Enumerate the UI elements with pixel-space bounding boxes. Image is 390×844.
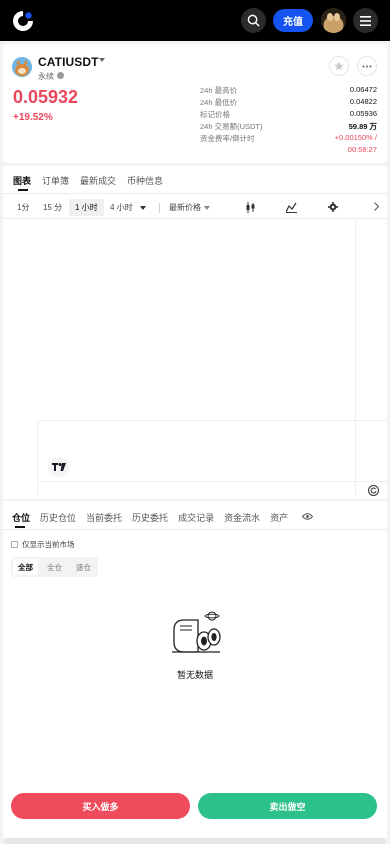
- tab-trade-history[interactable]: 成交记录: [178, 511, 214, 524]
- stat-label-high: 24h 最高价: [200, 86, 238, 95]
- buy-long-button[interactable]: 买入做多: [11, 793, 190, 819]
- deposit-button[interactable]: 充值: [273, 9, 313, 32]
- stat-value-funding: +0.00150% /: [334, 133, 377, 142]
- hamburger-icon: [360, 15, 371, 26]
- tab-assets[interactable]: 资产: [270, 511, 288, 524]
- symbol-selector[interactable]: CATIUSDT: [38, 55, 99, 69]
- stat-label-low: 24h 最低价: [200, 98, 238, 107]
- positions-panel: 仓位 历史仓位 当前委托 历史委托 成交记录 资金流水 资产 仅显示当前市场 全…: [3, 501, 387, 844]
- tab-order-history[interactable]: 历史委托: [132, 511, 168, 524]
- search-icon: [247, 14, 260, 27]
- star-icon: [334, 61, 344, 71]
- chart-gridline: [37, 481, 387, 482]
- empty-state-text: 暂无数据: [176, 670, 213, 680]
- top-bar: 充值: [0, 0, 390, 41]
- chart-panel: 图表 订单簿 最新成交 币种信息 1分 15 分 1 小时 4 小时 最新价格: [3, 166, 387, 499]
- only-current-market-label[interactable]: 仅显示当前市场: [22, 539, 75, 550]
- stat-label-funding: 资金费率/倒计时: [200, 134, 255, 143]
- tab-fund-flow[interactable]: 资金流水: [224, 511, 260, 524]
- chevron-down-icon[interactable]: [99, 58, 105, 62]
- stat-label-volume: 24h 交易额(USDT): [200, 122, 263, 131]
- margin-mode-filter: 全部 全仓 逐仓: [11, 557, 98, 577]
- active-tab-indicator: [18, 189, 28, 191]
- info-icon[interactable]: [57, 72, 64, 79]
- candlestick-icon[interactable]: [245, 202, 256, 213]
- tradingview-logo-icon[interactable]: [48, 457, 70, 477]
- chart-gridline: [355, 219, 356, 497]
- active-tab-indicator: [15, 526, 25, 528]
- tab-latest-trades[interactable]: 最新成交: [80, 174, 116, 190]
- home-indicator: [3, 838, 387, 844]
- empty-state-illustration: [172, 611, 221, 653]
- more-button[interactable]: [357, 56, 377, 76]
- favorite-button[interactable]: [329, 56, 349, 76]
- stat-value-volume: 59.89 万: [348, 122, 377, 131]
- indicators-icon[interactable]: [286, 202, 297, 213]
- price-change: +19.52%: [13, 112, 53, 123]
- segment-cross[interactable]: 全仓: [40, 557, 69, 577]
- eye-icon[interactable]: [302, 513, 313, 520]
- tab-position-history[interactable]: 历史仓位: [40, 511, 76, 524]
- tab-chart[interactable]: 图表: [13, 174, 31, 190]
- last-price: 0.05932: [13, 87, 79, 107]
- chart-gridline: [37, 420, 387, 421]
- stat-value-mark: 0.05936: [349, 109, 377, 118]
- price-type-selector[interactable]: 最新价格: [169, 202, 201, 213]
- more-dots-icon: [362, 65, 372, 67]
- chart-tabs: 图表 订单簿 最新成交 币种信息: [13, 174, 163, 190]
- interval-15m[interactable]: 15 分: [43, 202, 62, 213]
- exchange-logo-icon[interactable]: [11, 9, 35, 33]
- divider: [3, 193, 387, 194]
- search-button[interactable]: [241, 8, 266, 33]
- tab-open-orders[interactable]: 当前委托: [86, 511, 122, 524]
- user-avatar[interactable]: [321, 8, 346, 33]
- positions-tabs: 仓位 历史仓位 当前委托 历史委托 成交记录 资金流水 资产: [12, 511, 288, 524]
- chevron-right-icon[interactable]: [374, 202, 379, 211]
- stat-label-mark: 标记价格: [200, 110, 230, 119]
- funding-countdown: 00:58:27: [347, 145, 377, 154]
- sell-short-button[interactable]: 卖出做空: [198, 793, 377, 819]
- stat-value-high: 0.06472: [349, 85, 377, 94]
- only-current-market-checkbox[interactable]: [11, 541, 18, 548]
- interval-1h[interactable]: 1 小时: [69, 199, 104, 216]
- interval-1m[interactable]: 1分: [17, 202, 29, 213]
- segment-all[interactable]: 全部: [13, 559, 38, 575]
- chart-gridline: [37, 420, 38, 497]
- contract-type: 永续: [38, 72, 54, 81]
- gear-icon[interactable]: [328, 202, 338, 212]
- price-chart[interactable]: [3, 219, 387, 499]
- divider: [3, 529, 387, 530]
- divider: [159, 203, 160, 213]
- segment-isolated[interactable]: 逐仓: [69, 557, 98, 577]
- interval-4h[interactable]: 4 小时: [110, 202, 133, 213]
- tab-orderbook[interactable]: 订单簿: [42, 174, 69, 190]
- chevron-down-icon[interactable]: [204, 206, 210, 210]
- coin-avatar: [12, 57, 32, 77]
- chevron-down-icon[interactable]: [140, 206, 146, 210]
- tab-positions[interactable]: 仓位: [12, 511, 30, 524]
- reset-chart-icon[interactable]: [368, 485, 379, 496]
- stat-value-low: 0.04822: [349, 97, 377, 106]
- market-header: CATIUSDT 永续 0.05932 +19.52% 24h 最高价 0.06…: [3, 44, 387, 163]
- menu-button[interactable]: [353, 8, 378, 33]
- interval-toolbar: 1分 15 分 1 小时 4 小时 最新价格: [3, 198, 387, 218]
- tab-coin-info[interactable]: 币种信息: [127, 174, 163, 190]
